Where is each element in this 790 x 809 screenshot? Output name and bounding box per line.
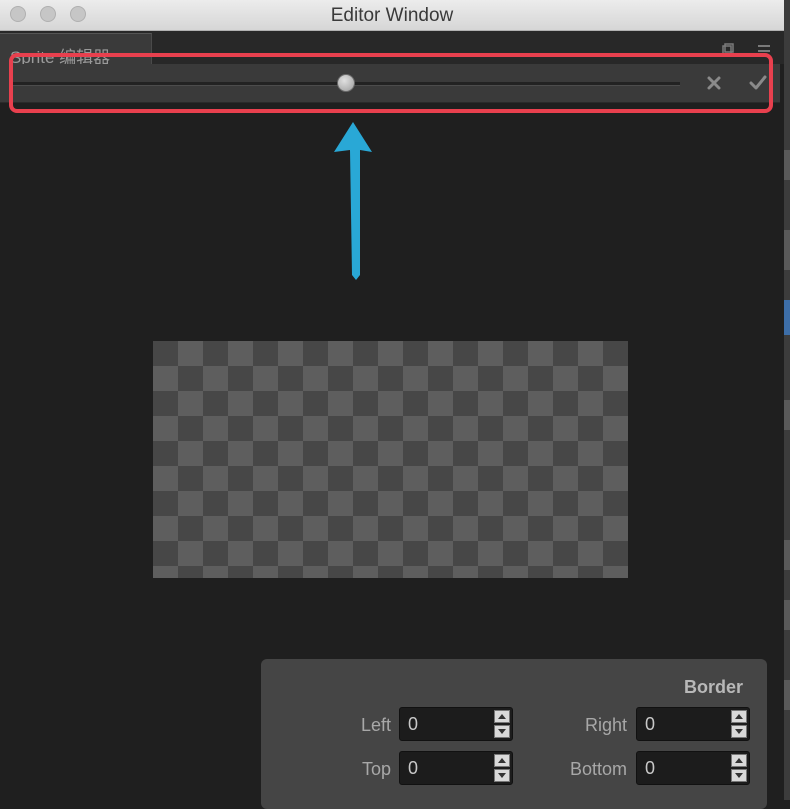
- top-field[interactable]: 0: [399, 751, 513, 785]
- bottom-value: 0: [645, 758, 656, 778]
- maximize-icon[interactable]: [722, 43, 734, 55]
- right-increment-button[interactable]: [731, 710, 747, 723]
- annotation-arrow-icon: [334, 122, 372, 280]
- bottom-field[interactable]: 0: [636, 751, 750, 785]
- left-label: Left: [360, 715, 391, 735]
- right-field[interactable]: 0: [636, 707, 750, 741]
- bottom-decrement-button[interactable]: [731, 769, 747, 782]
- top-decrement-button[interactable]: [494, 769, 510, 782]
- window-titlebar: Editor Window: [0, 0, 784, 31]
- left-value: 0: [408, 714, 419, 734]
- close-icon: [707, 76, 721, 90]
- sprite-preview: [153, 341, 628, 578]
- top-value: 0: [408, 758, 419, 778]
- bottom-label: Bottom: [569, 759, 627, 779]
- top-increment-button[interactable]: [494, 754, 510, 767]
- right-decrement-button[interactable]: [731, 725, 747, 738]
- left-increment-button[interactable]: [494, 710, 510, 723]
- tab-sprite-editor[interactable]: Sprite 编辑器: [0, 33, 152, 67]
- menu-icon[interactable]: [758, 43, 770, 55]
- left-decrement-button[interactable]: [494, 725, 510, 738]
- left-stepper: [494, 710, 510, 738]
- tab-bar: Sprite 编辑器: [0, 31, 784, 67]
- bottom-increment-button[interactable]: [731, 754, 747, 767]
- slider-thumb[interactable]: [337, 74, 355, 92]
- border-panel: Border Left 0 Right 0 Top 0 Bottom 0: [261, 659, 767, 809]
- top-label: Top: [361, 759, 391, 779]
- right-label: Right: [584, 715, 627, 735]
- cancel-button[interactable]: [704, 73, 724, 93]
- right-stepper: [731, 710, 747, 738]
- border-title: Border: [683, 677, 743, 697]
- apply-button[interactable]: [748, 73, 768, 93]
- top-stepper: [494, 754, 510, 782]
- slider-toolbar: [0, 64, 780, 103]
- left-field[interactable]: 0: [399, 707, 513, 741]
- right-value: 0: [645, 714, 656, 734]
- window-title: Editor Window: [330, 5, 454, 26]
- bottom-stepper: [731, 754, 747, 782]
- background-window-edge: [784, 0, 790, 800]
- check-icon: [749, 75, 767, 90]
